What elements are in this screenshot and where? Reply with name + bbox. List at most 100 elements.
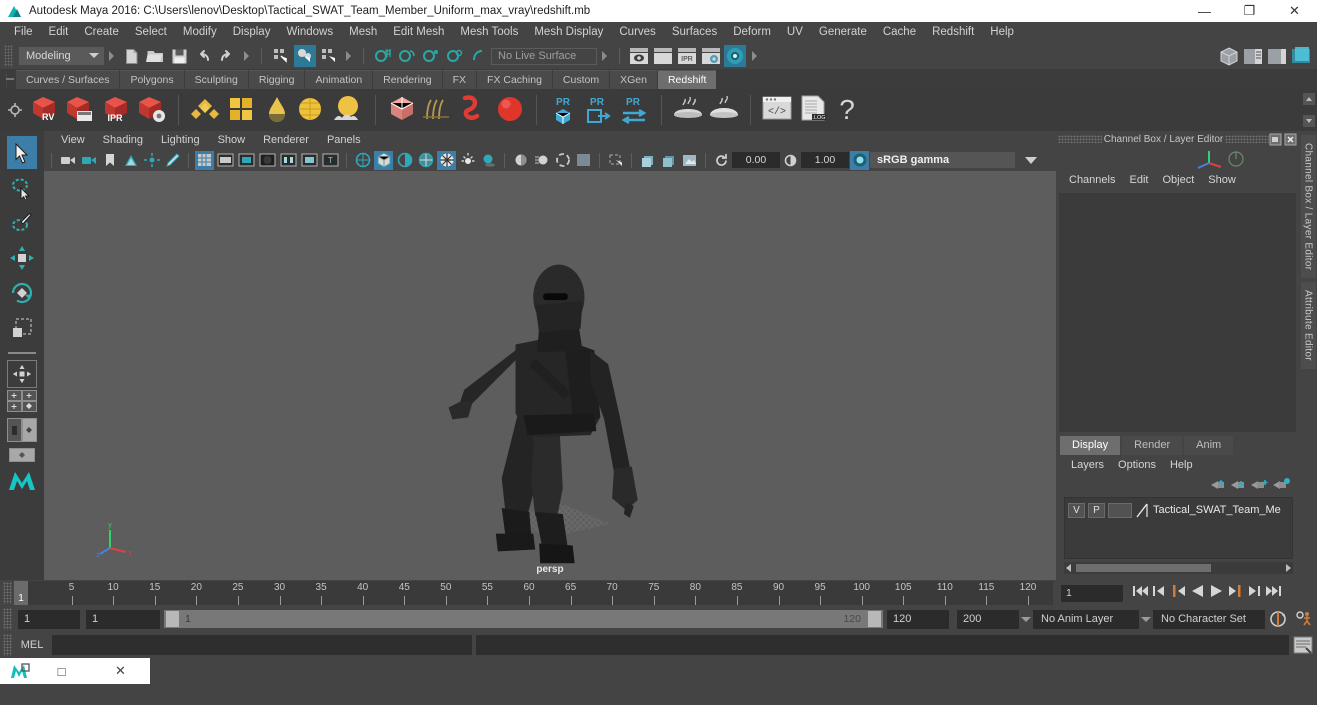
panel-drag-grip[interactable] — [1058, 135, 1102, 143]
xray-active-components-icon[interactable] — [659, 151, 678, 170]
snap-to-curve-icon[interactable] — [396, 45, 418, 67]
tab-render-layers[interactable]: Render — [1122, 436, 1183, 455]
redshift-proxy-icon[interactable] — [385, 93, 419, 127]
ipr-render-icon[interactable]: IPR — [676, 45, 698, 67]
select-by-object-icon[interactable] — [294, 45, 316, 67]
safe-title-icon[interactable]: T — [321, 151, 340, 170]
menu-mesh-tools[interactable]: Mesh Tools — [452, 22, 526, 43]
shelf-tab-sculpting[interactable]: Sculpting — [184, 70, 248, 89]
move-layer-down-icon[interactable] — [1229, 477, 1249, 494]
shelf-scroll-buttons[interactable] — [1303, 93, 1315, 127]
menu-edit-mesh[interactable]: Edit Mesh — [385, 22, 452, 43]
anim-end-time-field[interactable]: 200 — [957, 609, 1019, 629]
redshift-script-editor-icon[interactable]: </> — [760, 93, 794, 127]
status-section-collapse-4[interactable] — [600, 48, 609, 64]
script-editor-icon[interactable] — [1293, 635, 1313, 655]
status-line-grip[interactable] — [4, 45, 13, 67]
shadows-icon[interactable] — [479, 151, 498, 170]
texture-toggle-icon[interactable] — [437, 150, 456, 170]
viewport-menu-renderer[interactable]: Renderer — [254, 134, 318, 146]
anim-layer-chevron-down-icon[interactable] — [1019, 610, 1033, 628]
go-to-start-icon[interactable] — [1132, 584, 1149, 602]
move-layer-up-icon[interactable] — [1209, 477, 1229, 494]
close-icon[interactable] — [1284, 133, 1297, 146]
layer-color-swatch[interactable] — [1135, 503, 1149, 518]
taskbar-restore-button[interactable]: □ — [32, 664, 91, 679]
redshift-environment-icon[interactable] — [332, 93, 366, 127]
panel-drag-grip-2[interactable] — [1225, 135, 1269, 143]
color-profile-selector[interactable]: sRGB gamma — [870, 152, 1015, 168]
play-backwards-icon[interactable] — [1189, 584, 1206, 602]
film-gate-icon[interactable] — [216, 151, 235, 170]
layer-menu-options[interactable]: Options — [1111, 459, 1163, 471]
shelf-tab-rigging[interactable]: Rigging — [248, 70, 305, 89]
save-scene-icon[interactable] — [168, 45, 190, 67]
menu-select[interactable]: Select — [127, 22, 175, 43]
select-by-component-icon[interactable] — [318, 45, 340, 67]
undock-icon[interactable] — [1269, 133, 1282, 146]
tab-display-layers[interactable]: Display — [1060, 436, 1121, 455]
shelf-scroll-down-icon[interactable] — [1303, 115, 1315, 127]
layer-row[interactable]: V P Tactical_SWAT_Team_Me — [1068, 502, 1289, 518]
menu-cache[interactable]: Cache — [875, 22, 924, 43]
channel-menu-channels[interactable]: Channels — [1062, 174, 1122, 186]
shelf-grip[interactable] — [4, 71, 16, 89]
scale-tool[interactable] — [7, 311, 37, 344]
use-all-lights-icon[interactable] — [458, 151, 477, 170]
layer-list-scrollbar[interactable] — [1064, 562, 1293, 574]
command-language-label[interactable]: MEL — [12, 639, 52, 651]
redshift-hair-icon[interactable] — [421, 93, 455, 127]
viewport-menu-shading[interactable]: Shading — [94, 134, 152, 146]
current-frame-field[interactable]: 1 — [1061, 584, 1123, 602]
gamma-field[interactable]: 1.00 — [801, 152, 849, 168]
select-tool[interactable] — [7, 136, 37, 169]
taskbar-window-button[interactable]: □ ✕ — [0, 658, 150, 684]
redshift-material-blender-icon[interactable] — [224, 93, 258, 127]
status-section-collapse-3[interactable] — [344, 48, 353, 64]
redshift-material-icon[interactable] — [188, 93, 222, 127]
shelf-tab-animation[interactable]: Animation — [305, 70, 373, 89]
range-start-field[interactable]: 1 — [86, 609, 160, 629]
open-scene-icon[interactable] — [144, 45, 166, 67]
channel-menu-edit[interactable]: Edit — [1122, 174, 1155, 186]
snap-to-projected-center-icon[interactable] — [444, 45, 466, 67]
perspective-viewport[interactable]: persp y x z — [44, 171, 1056, 580]
redshift-pr-object-icon[interactable]: PR — [546, 93, 580, 127]
resolution-gate-icon[interactable] — [237, 151, 256, 170]
current-time-indicator[interactable]: 1 — [14, 581, 28, 605]
render-view-icon[interactable] — [628, 45, 650, 67]
toggle-channel-box-icon[interactable] — [1266, 45, 1288, 67]
live-surface-field[interactable]: No Live Surface — [491, 47, 597, 65]
render-current-frame-icon[interactable] — [652, 45, 674, 67]
motion-blur-icon[interactable] — [532, 151, 551, 170]
snap-to-view-plane-icon[interactable] — [468, 45, 490, 67]
scrollbar-thumb[interactable] — [1076, 564, 1211, 572]
auto-keyframe-icon[interactable] — [1265, 610, 1291, 628]
undo-icon[interactable] — [192, 45, 214, 67]
select-by-hierarchy-icon[interactable] — [270, 45, 292, 67]
exposure-reset-icon[interactable] — [712, 151, 731, 170]
isolate-select-icon[interactable] — [574, 151, 593, 170]
gate-mask-icon[interactable] — [258, 151, 277, 170]
menu-set-selector[interactable]: Modeling — [19, 47, 104, 65]
safe-action-icon[interactable] — [300, 151, 319, 170]
layer-playback-toggle[interactable]: P — [1088, 502, 1105, 518]
shelf-tab-xgen[interactable]: XGen — [610, 70, 657, 89]
character-set-selector[interactable]: No Character Set — [1153, 609, 1265, 629]
command-output-field[interactable] — [476, 635, 1289, 655]
side-tab-channel-box[interactable]: Channel Box / Layer Editor — [1300, 135, 1316, 279]
toggle-outliner-icon[interactable] — [1290, 45, 1312, 67]
menu-modify[interactable]: Modify — [175, 22, 225, 43]
xray-icon[interactable] — [606, 151, 625, 170]
redshift-help-icon[interactable]: ? — [832, 93, 866, 127]
lasso-select-tool[interactable] — [7, 171, 37, 204]
shelf-scroll-up-icon[interactable] — [1303, 93, 1315, 105]
scroll-left-icon[interactable] — [1064, 563, 1074, 573]
camera-attributes-icon[interactable] — [79, 151, 98, 170]
redshift-sphere-light-icon[interactable] — [493, 93, 527, 127]
redshift-incandescent-icon[interactable] — [260, 93, 294, 127]
viewport-snapshot-icon[interactable] — [680, 151, 699, 170]
hypershade-icon[interactable] — [724, 45, 746, 67]
display-layer-list[interactable]: V P Tactical_SWAT_Team_Me — [1064, 497, 1293, 559]
last-tool-used[interactable] — [7, 360, 37, 388]
